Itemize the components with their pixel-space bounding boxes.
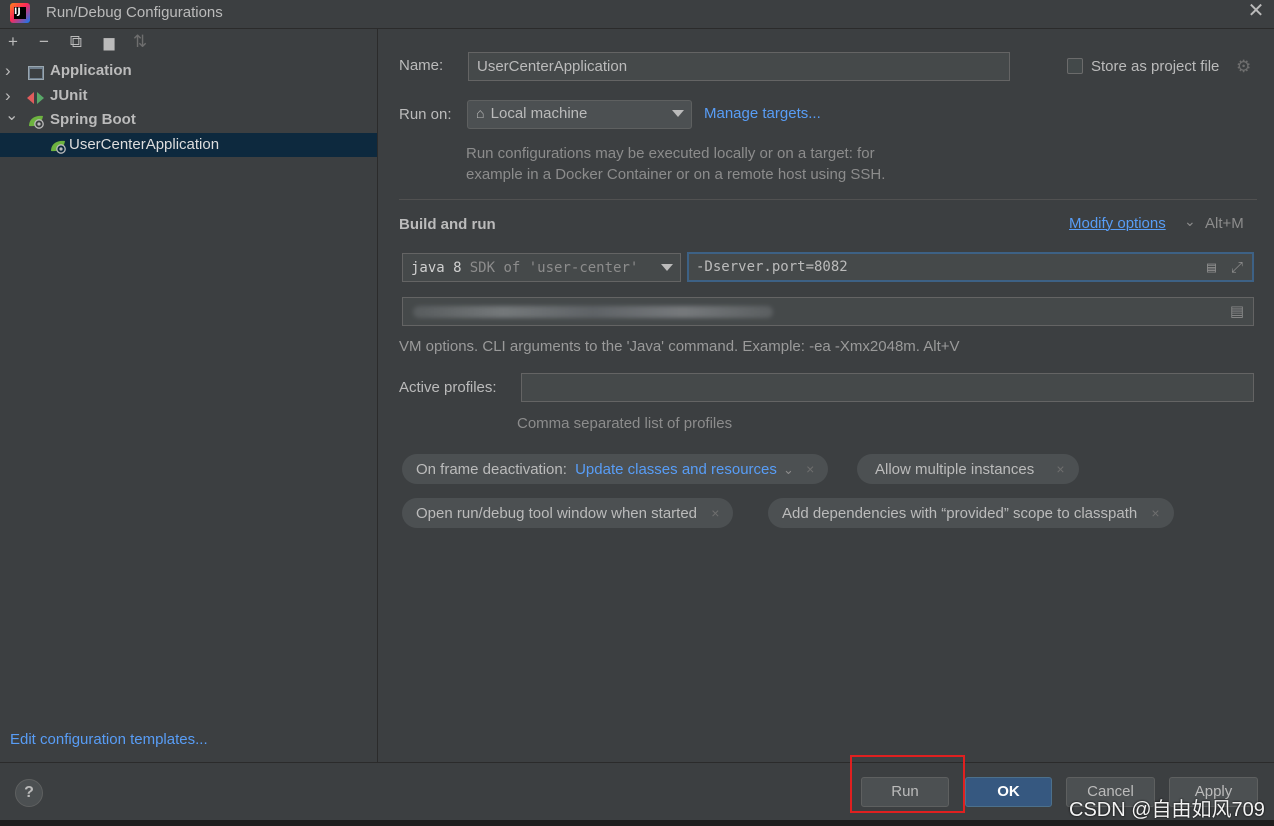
- copy-configuration-icon[interactable]: ⧉: [67, 33, 85, 51]
- active-profiles-hint-text: Comma separated list of profiles: [517, 415, 733, 432]
- redacted-text: [413, 306, 773, 318]
- sort-configurations-icon[interactable]: ⇅: [131, 33, 149, 51]
- vm-options-value: -Dserver.port=8082: [696, 259, 848, 275]
- jdk-detail: SDK of 'user-center': [469, 260, 639, 276]
- help-button[interactable]: ?: [15, 779, 43, 807]
- tree-item-label: Spring Boot: [50, 111, 136, 128]
- dropdown-caret-icon: [672, 110, 684, 117]
- vm-options-input[interactable]: -Dserver.port=8082 ▤ ⤢: [687, 252, 1254, 282]
- document-icon[interactable]: ▤: [1230, 302, 1244, 320]
- tree-item-label: JUnit: [50, 87, 88, 104]
- application-icon: [28, 64, 44, 80]
- tree-item-label: UserCenterApplication: [69, 136, 220, 153]
- junit-icon: [27, 89, 44, 104]
- run-on-label: Run on:: [399, 106, 452, 123]
- tree-item-junit[interactable]: › JUnit: [0, 84, 377, 108]
- jdk-select[interactable]: java 8 SDK of 'user-center': [402, 253, 681, 282]
- remove-configuration-icon[interactable]: −: [35, 33, 53, 51]
- remove-option-icon[interactable]: ×: [711, 505, 719, 521]
- open-tool-window-chip[interactable]: Open run/debug tool window when started …: [402, 498, 734, 528]
- store-as-project-file-label[interactable]: Store as project file: [1091, 58, 1219, 75]
- run-on-hint-line-1: Run configurations may be executed local…: [466, 145, 875, 162]
- run-on-select[interactable]: ⌂ Local machine: [467, 100, 692, 129]
- run-button-highlight: [850, 755, 965, 813]
- chevron-down-icon[interactable]: ⌄: [1184, 213, 1196, 230]
- document-icon[interactable]: ▤: [1207, 258, 1216, 276]
- chip-label: Allow multiple instances: [875, 461, 1035, 478]
- remove-option-icon[interactable]: ×: [806, 461, 814, 477]
- move-into-folder-icon[interactable]: ▆: [100, 33, 118, 51]
- tree-item-application[interactable]: › Application: [0, 59, 377, 83]
- intellij-logo-icon: IJ: [10, 3, 30, 23]
- run-on-hint-line-2: example in a Docker Container or on a re…: [466, 166, 886, 183]
- add-configuration-icon[interactable]: +: [4, 33, 22, 51]
- active-profiles-label: Active profiles:: [399, 379, 497, 396]
- active-profiles-input[interactable]: [521, 373, 1254, 402]
- remove-option-icon[interactable]: ×: [1151, 505, 1159, 521]
- add-provided-dependencies-chip[interactable]: Add dependencies with “provided” scope t…: [768, 498, 1174, 528]
- remove-option-icon[interactable]: ×: [1056, 461, 1064, 477]
- frame-deactivation-chip[interactable]: On frame deactivation: Update classes an…: [402, 454, 829, 484]
- ok-button[interactable]: OK: [965, 777, 1052, 807]
- home-icon: ⌂: [476, 105, 485, 121]
- chevron-down-icon[interactable]: ⌄: [783, 462, 794, 477]
- jdk-version: java 8: [411, 260, 462, 276]
- watermark: CSDN @自由如风709: [1069, 799, 1265, 821]
- vm-options-hint: VM options. CLI arguments to the 'Java' …: [399, 338, 960, 355]
- name-input[interactable]: UserCenterApplication: [468, 52, 1010, 81]
- name-label: Name:: [399, 57, 444, 74]
- run-on-value: Local machine: [490, 105, 588, 122]
- modify-options-shortcut: Alt+M: [1205, 215, 1244, 232]
- chevron-right-icon[interactable]: ›: [5, 59, 11, 83]
- frame-deactivation-label: On frame deactivation:: [416, 461, 567, 478]
- chip-label: Add dependencies with “provided” scope t…: [782, 505, 1138, 522]
- tree-item-user-center-application[interactable]: UserCenterApplication: [0, 133, 377, 157]
- build-and-run-heading: Build and run: [399, 216, 496, 233]
- chip-label: Open run/debug tool window when started: [416, 505, 698, 522]
- main-class-input[interactable]: ▤: [402, 297, 1254, 326]
- section-divider: [399, 199, 1257, 200]
- spring-boot-icon: [27, 113, 44, 129]
- modify-options-link[interactable]: Modify options: [1069, 215, 1166, 232]
- logo-text: IJ: [14, 7, 26, 19]
- footer-divider: [0, 762, 1274, 763]
- tree-item-spring-boot[interactable]: ⌄ Spring Boot: [0, 107, 377, 132]
- store-as-project-file-checkbox[interactable]: [1067, 58, 1083, 74]
- close-icon[interactable]: ✕: [1245, 1, 1267, 23]
- allow-multiple-instances-chip[interactable]: Allow multiple instances ×: [857, 454, 1079, 484]
- edit-configuration-templates-link[interactable]: Edit configuration templates...: [10, 731, 208, 748]
- manage-targets-link[interactable]: Manage targets...: [704, 105, 821, 122]
- window-title: Run/Debug Configurations: [46, 4, 223, 21]
- frame-deactivation-value[interactable]: Update classes and resources: [575, 461, 777, 478]
- expand-icon[interactable]: ⤢: [1231, 258, 1243, 276]
- gear-icon[interactable]: ⚙: [1236, 57, 1251, 77]
- bottom-edge: [0, 820, 1274, 826]
- spring-boot-icon: [49, 138, 66, 154]
- chevron-down-icon[interactable]: ⌄: [5, 104, 18, 128]
- tree-item-label: Application: [50, 62, 132, 79]
- dropdown-caret-icon: [661, 264, 673, 271]
